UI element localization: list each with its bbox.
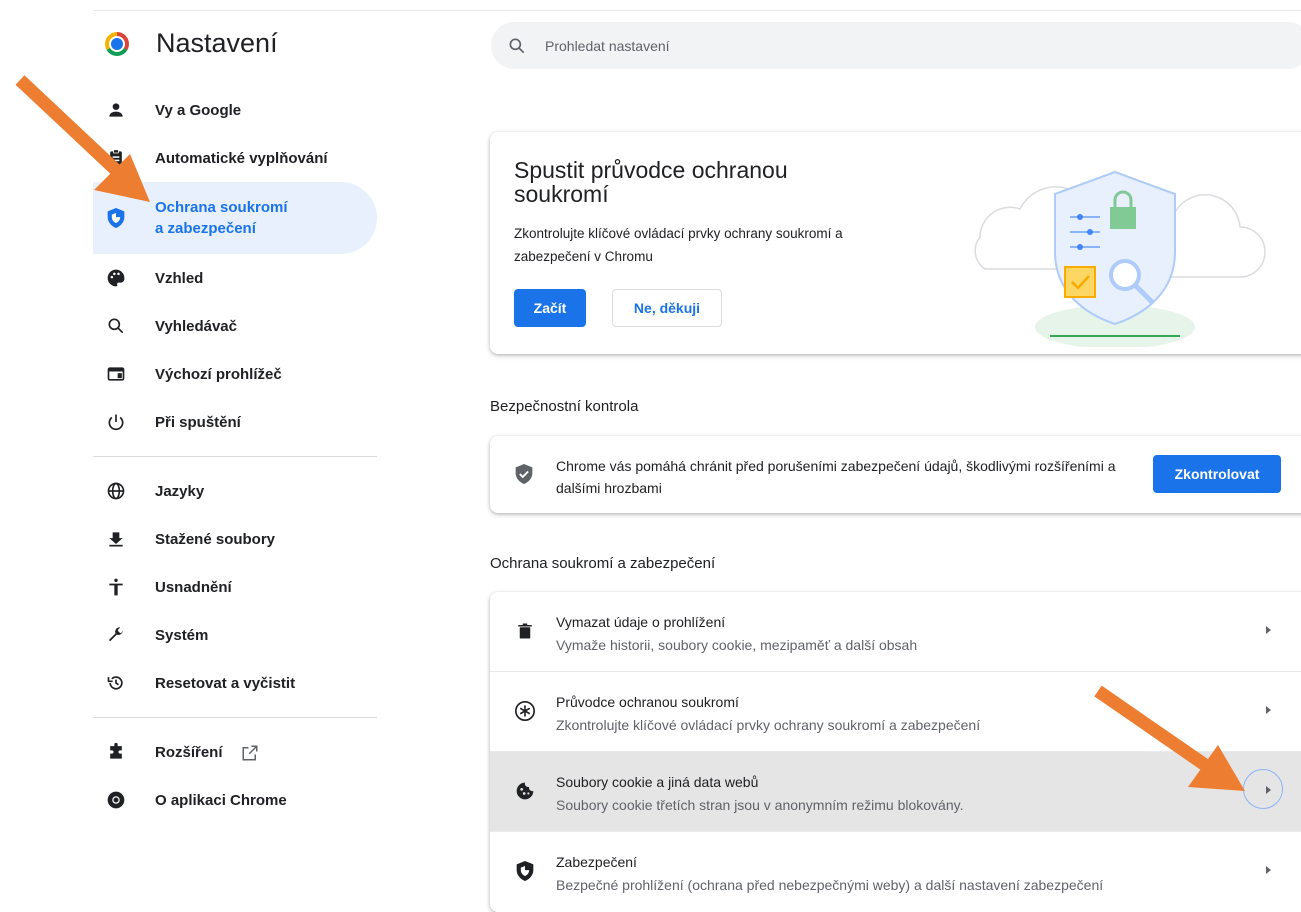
chrome-icon: [105, 789, 127, 811]
search-input[interactable]: [543, 36, 1147, 55]
sidebar-item-label: Automatické vyplňování: [155, 149, 328, 167]
sidebar-item-reset[interactable]: Resetovat a vyčistit: [93, 659, 377, 707]
privacy-guide-illustration: [974, 170, 1266, 347]
row-subtitle: Bezpečné prohlížení (ochrana před nebezp…: [556, 877, 1104, 893]
sidebar-item-accessibility[interactable]: Usnadnění: [93, 563, 377, 611]
open-in-new-icon: [242, 745, 258, 761]
sidebar-divider: [93, 456, 377, 457]
sidebar-item-label: Vyhledávač: [155, 317, 237, 335]
row-subtitle: Soubory cookie třetích stran jsou v anon…: [556, 797, 964, 813]
chevron-right-icon: [1266, 626, 1271, 634]
browser-window-icon: [105, 363, 127, 385]
search-icon: [105, 315, 127, 337]
globe-icon: [105, 480, 127, 502]
sidebar-item-label: Rozšíření: [155, 742, 259, 763]
sidebar-item-label: Při spuštění: [155, 413, 241, 431]
palette-icon: [105, 267, 127, 289]
row-title: Vymazat údaje o prohlížení: [556, 614, 726, 630]
sidebar-item-search-engine[interactable]: Vyhledávač: [93, 302, 377, 350]
sidebar-item-system[interactable]: Systém: [93, 611, 377, 659]
history-icon: [105, 672, 127, 694]
sidebar-item-extensions[interactable]: Rozšíření: [93, 728, 377, 776]
check-now-button[interactable]: Zkontrolovat: [1153, 455, 1281, 493]
top-divider: [93, 10, 1301, 11]
search-bar[interactable]: [491, 22, 1301, 69]
download-icon: [105, 528, 127, 550]
privacy-security-heading: Ochrana soukromí a zabezpečení: [490, 555, 716, 572]
sidebar-item-label: Výchozí prohlížeč: [155, 365, 282, 383]
sidebar-item-default-browser[interactable]: Výchozí prohlížeč: [93, 350, 377, 398]
row-title: Průvodce ochranou soukromí: [556, 694, 739, 710]
start-button[interactable]: Začít: [514, 289, 586, 327]
page-title: Nastavení: [156, 28, 278, 58]
chevron-right-icon[interactable]: [1260, 782, 1276, 798]
search-icon: [509, 38, 525, 53]
security-row[interactable]: Zabezpečení Bezpečné prohlížení (ochrana…: [490, 831, 1301, 911]
sidebar-item-label: Systém: [155, 626, 209, 644]
row-title: Zabezpečení: [556, 854, 637, 870]
promo-title: Spustit průvodce ochranou soukromí: [514, 157, 788, 207]
annotation-arrow-sidebar: [15, 75, 150, 202]
row-title: Soubory cookie a jiná data webů: [556, 774, 759, 790]
safety-check-card: Chrome vás pomáhá chránit před porušením…: [490, 436, 1301, 513]
promo-description: Zkontrolujte klíčové ovládací prvky ochr…: [514, 226, 843, 264]
privacy-guide-icon: [514, 700, 536, 722]
sidebar-item-label: Vzhled: [155, 269, 204, 287]
wrench-icon: [105, 624, 127, 646]
row-subtitle: Zkontrolujte klíčové ovládací prvky ochr…: [556, 717, 981, 733]
power-icon: [105, 411, 127, 433]
sidebar-item-label: Resetovat a vyčistit: [155, 674, 296, 692]
sidebar-item-appearance[interactable]: Vzhled: [93, 254, 377, 302]
chrome-logo-icon: [105, 32, 129, 56]
sidebar-item-label: O aplikaci Chrome: [155, 791, 287, 809]
sidebar-item-on-startup[interactable]: Při spuštění: [93, 398, 377, 446]
safety-check-text: Chrome vás pomáhá chránit před porušením…: [556, 458, 1116, 496]
chevron-right-icon: [1266, 706, 1271, 714]
trash-icon: [514, 620, 536, 642]
shield-check-icon: [514, 463, 534, 488]
puzzle-icon: [105, 741, 127, 763]
sidebar-item-about-chrome[interactable]: O aplikaci Chrome: [93, 776, 377, 824]
sidebar-item-label: Stažené soubory: [155, 530, 276, 548]
sidebar-item-label: Jazyky: [155, 482, 205, 500]
row-subtitle: Vymaže historii, soubory cookie, mezipam…: [556, 637, 918, 653]
sidebar-item-label: Ochrana soukromí a zabezpečení: [155, 199, 288, 237]
privacy-guide-promo-card: Spustit průvodce ochranou soukromí Zkont…: [490, 132, 1301, 354]
decline-button[interactable]: Ne, děkuji: [612, 289, 722, 327]
sidebar-divider: [93, 717, 377, 718]
accessibility-icon: [105, 576, 127, 598]
sidebar-item-label: Usnadnění: [155, 578, 232, 596]
safety-check-heading: Bezpečnostní kontrola: [490, 398, 639, 415]
cookie-icon: [514, 780, 536, 802]
sidebar-item-downloads[interactable]: Stažené soubory: [93, 515, 377, 563]
security-shield-icon: [514, 860, 536, 882]
clear-browsing-data-row[interactable]: Vymazat údaje o prohlížení Vymaže histor…: [490, 592, 1301, 671]
annotation-arrow-cookies: [1094, 685, 1245, 791]
chevron-right-icon: [1266, 866, 1271, 874]
sidebar-item-languages[interactable]: Jazyky: [93, 467, 377, 515]
